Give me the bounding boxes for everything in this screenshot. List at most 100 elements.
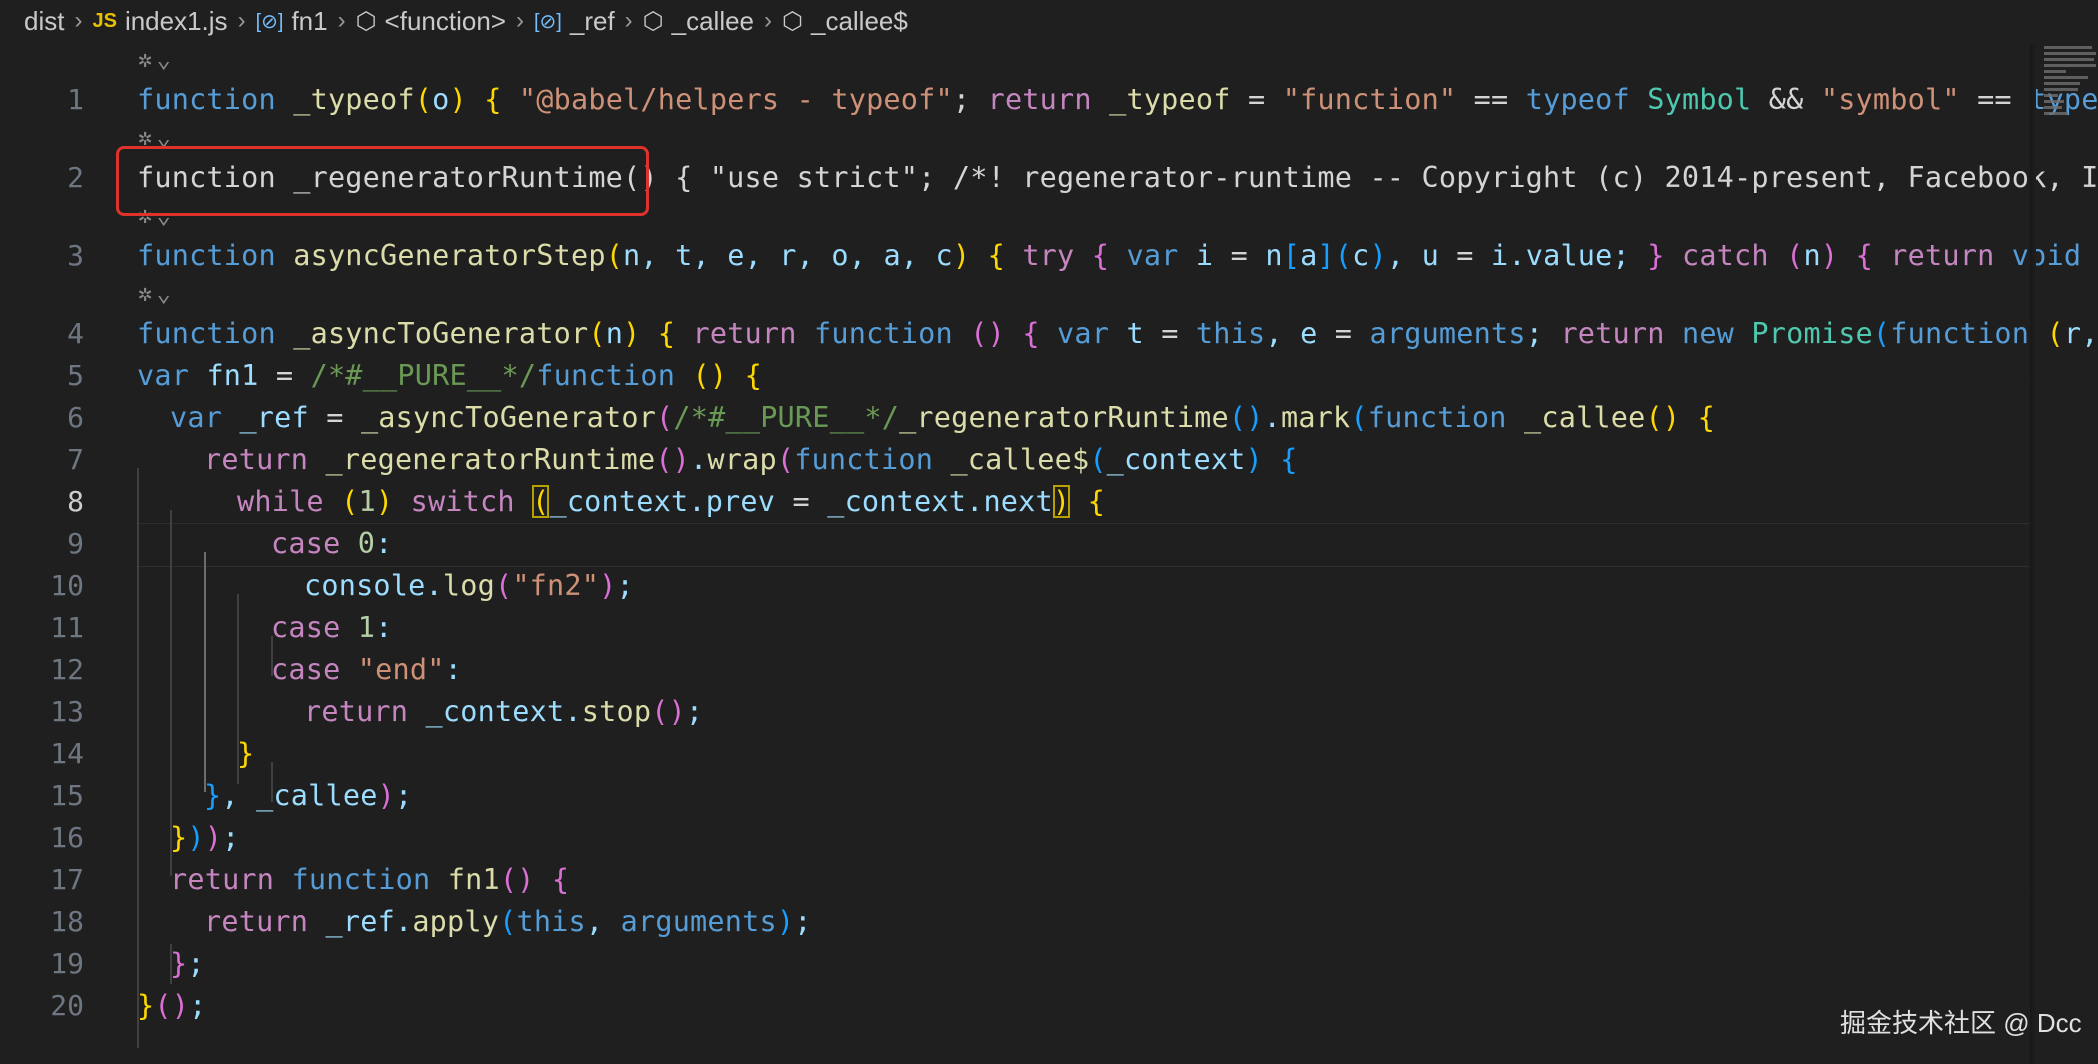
line-number: 19 (50, 946, 84, 980)
minimap-line (2044, 52, 2096, 55)
line-number: 13 (50, 694, 84, 728)
variable-icon: [⊘] (255, 10, 284, 33)
breadcrumb-label: _callee$ (810, 5, 908, 36)
sparkle-icon: ✲ (138, 279, 153, 307)
line-code[interactable]: var _ref = _asyncToGenerator(/*#__PURE__… (170, 401, 1715, 434)
breadcrumb-item-dist[interactable]: dist (24, 6, 64, 37)
line-number: 16 (50, 820, 84, 854)
code-line: 7 return _regeneratorRuntime().wrap(func… (0, 439, 2030, 479)
javascript-file-icon: JS (92, 9, 117, 32)
breadcrumb-label: _ref (569, 5, 615, 36)
line-number: 8 (67, 484, 84, 518)
line-code[interactable]: function asyncGeneratorStep(n, t, e, r, … (137, 239, 2081, 272)
breadcrumb-label: fn1 (291, 5, 328, 36)
code-line: 17 return function fn1() { (0, 859, 2030, 899)
line-code[interactable]: function _asyncToGenerator(n) { return f… (137, 317, 2098, 350)
line-code[interactable]: case 0: (271, 527, 393, 560)
line-number: 2 (67, 160, 84, 194)
minimap-line (2044, 112, 2068, 115)
minimap-line (2044, 82, 2080, 85)
breadcrumb-item-callee[interactable]: ⬡ _callee (643, 6, 754, 37)
line-code[interactable]: console.log("fn2"); (304, 569, 634, 602)
minimap-line (2044, 70, 2066, 73)
line-number: 20 (50, 988, 84, 1022)
variable-icon: [⊘] (533, 10, 562, 33)
line-number: 12 (50, 652, 84, 686)
line-code[interactable]: var fn1 = /*#__PURE__*/function () { (137, 359, 762, 392)
line-code[interactable]: while (1) switch (_context.prev = _conte… (237, 484, 1105, 518)
line-code[interactable]: }, _callee); (204, 779, 412, 812)
minimap-line (2044, 94, 2058, 97)
line-code[interactable]: case "end": (271, 653, 462, 686)
code-lens[interactable]: ✲ ⌄ (138, 278, 171, 308)
line-number: 4 (67, 316, 84, 350)
code-line: 5 var fn1 = /*#__PURE__*/function () { (0, 355, 2030, 395)
line-number: 9 (67, 526, 84, 560)
chevron-down-icon: ⌄ (156, 279, 171, 307)
code-line: 9 case 0: (0, 523, 2030, 563)
breadcrumb: dist › JS index1.js › [⊘] fn1 › ⬡ <funct… (0, 0, 2098, 42)
code-line: 8 while (1) switch (_context.prev = _con… (0, 481, 2030, 521)
line-number: 1 (67, 82, 84, 116)
line-code[interactable]: } (237, 737, 254, 770)
breadcrumb-item-file[interactable]: JS index1.js (92, 6, 227, 37)
code-line: 3 function asyncGeneratorStep(n, t, e, r… (0, 235, 2081, 275)
breadcrumb-item-callee-dollar[interactable]: ⬡ _callee$ (782, 6, 908, 37)
minimap-line (2044, 100, 2064, 103)
minimap-line (2044, 46, 2092, 49)
chevron-right-icon: › (624, 7, 633, 34)
line-code[interactable]: }; (170, 947, 205, 980)
code-line: 16 })); (0, 817, 2030, 857)
chevron-right-icon: › (764, 7, 773, 34)
code-line: 12 case "end": (0, 649, 2030, 689)
line-code[interactable]: return function fn1() { (170, 863, 569, 896)
breadcrumb-item-ref[interactable]: [⊘] _ref (534, 6, 615, 37)
line-code[interactable]: return _regeneratorRuntime().wrap(functi… (204, 443, 1298, 476)
minimap-line (2044, 76, 2088, 79)
breadcrumb-label: <function> (384, 5, 506, 36)
cube-icon: ⬡ (782, 7, 803, 35)
code-line: 10 console.log("fn2"); (0, 565, 2030, 605)
code-line: 14 } (0, 733, 2030, 773)
chevron-right-icon: › (237, 7, 246, 34)
chevron-right-icon: › (515, 7, 524, 34)
line-number: 14 (50, 736, 84, 770)
code-line: 4 function _asyncToGenerator(n) { return… (0, 313, 2098, 353)
code-line: 20 }(); (0, 985, 2030, 1025)
minimap-line (2044, 88, 2078, 91)
code-line: 18 return _ref.apply(this, arguments); (0, 901, 2030, 941)
breadcrumb-item-function[interactable]: ⬡ <function> (356, 6, 506, 37)
minimap-line (2044, 106, 2062, 109)
line-number: 11 (50, 610, 84, 644)
line-code[interactable]: return _context.stop(); (304, 695, 703, 728)
minimap[interactable] (2040, 44, 2098, 124)
code-line: 19 }; (0, 943, 2030, 983)
line-number: 18 (50, 904, 84, 938)
code-line: 15 }, _callee); (0, 775, 2030, 815)
code-line: 1 function _typeof(o) { "@babel/helpers … (0, 79, 2098, 119)
line-number: 15 (50, 778, 84, 812)
line-code[interactable]: return _ref.apply(this, arguments); (204, 905, 812, 938)
minimap-line (2044, 64, 2096, 67)
vertical-scrollbar[interactable] (2030, 44, 2036, 1064)
line-code[interactable]: })); (170, 821, 239, 854)
line-number: 3 (67, 238, 84, 272)
code-lens[interactable]: ✲ ⌄ (138, 44, 171, 74)
breadcrumb-label: dist (24, 5, 65, 36)
chevron-down-icon: ⌄ (156, 45, 171, 73)
line-number: 10 (50, 568, 84, 602)
highlight-annotation-box (116, 146, 649, 216)
line-number: 17 (50, 862, 84, 896)
line-code[interactable]: }(); (137, 989, 206, 1022)
breadcrumb-label: _callee (671, 5, 755, 36)
code-line: 13 return _context.stop(); (0, 691, 2030, 731)
line-number: 7 (67, 442, 84, 476)
line-code[interactable]: case 1: (271, 611, 393, 644)
breadcrumb-item-fn1[interactable]: [⊘] fn1 (256, 6, 328, 37)
cube-icon: ⬡ (642, 7, 664, 35)
chevron-right-icon: › (337, 7, 346, 34)
line-number: 6 (67, 400, 84, 434)
line-code[interactable]: function _typeof(o) { "@babel/helpers - … (137, 83, 2098, 116)
minimap-line (2044, 58, 2094, 61)
sparkle-icon: ✲ (138, 45, 153, 73)
